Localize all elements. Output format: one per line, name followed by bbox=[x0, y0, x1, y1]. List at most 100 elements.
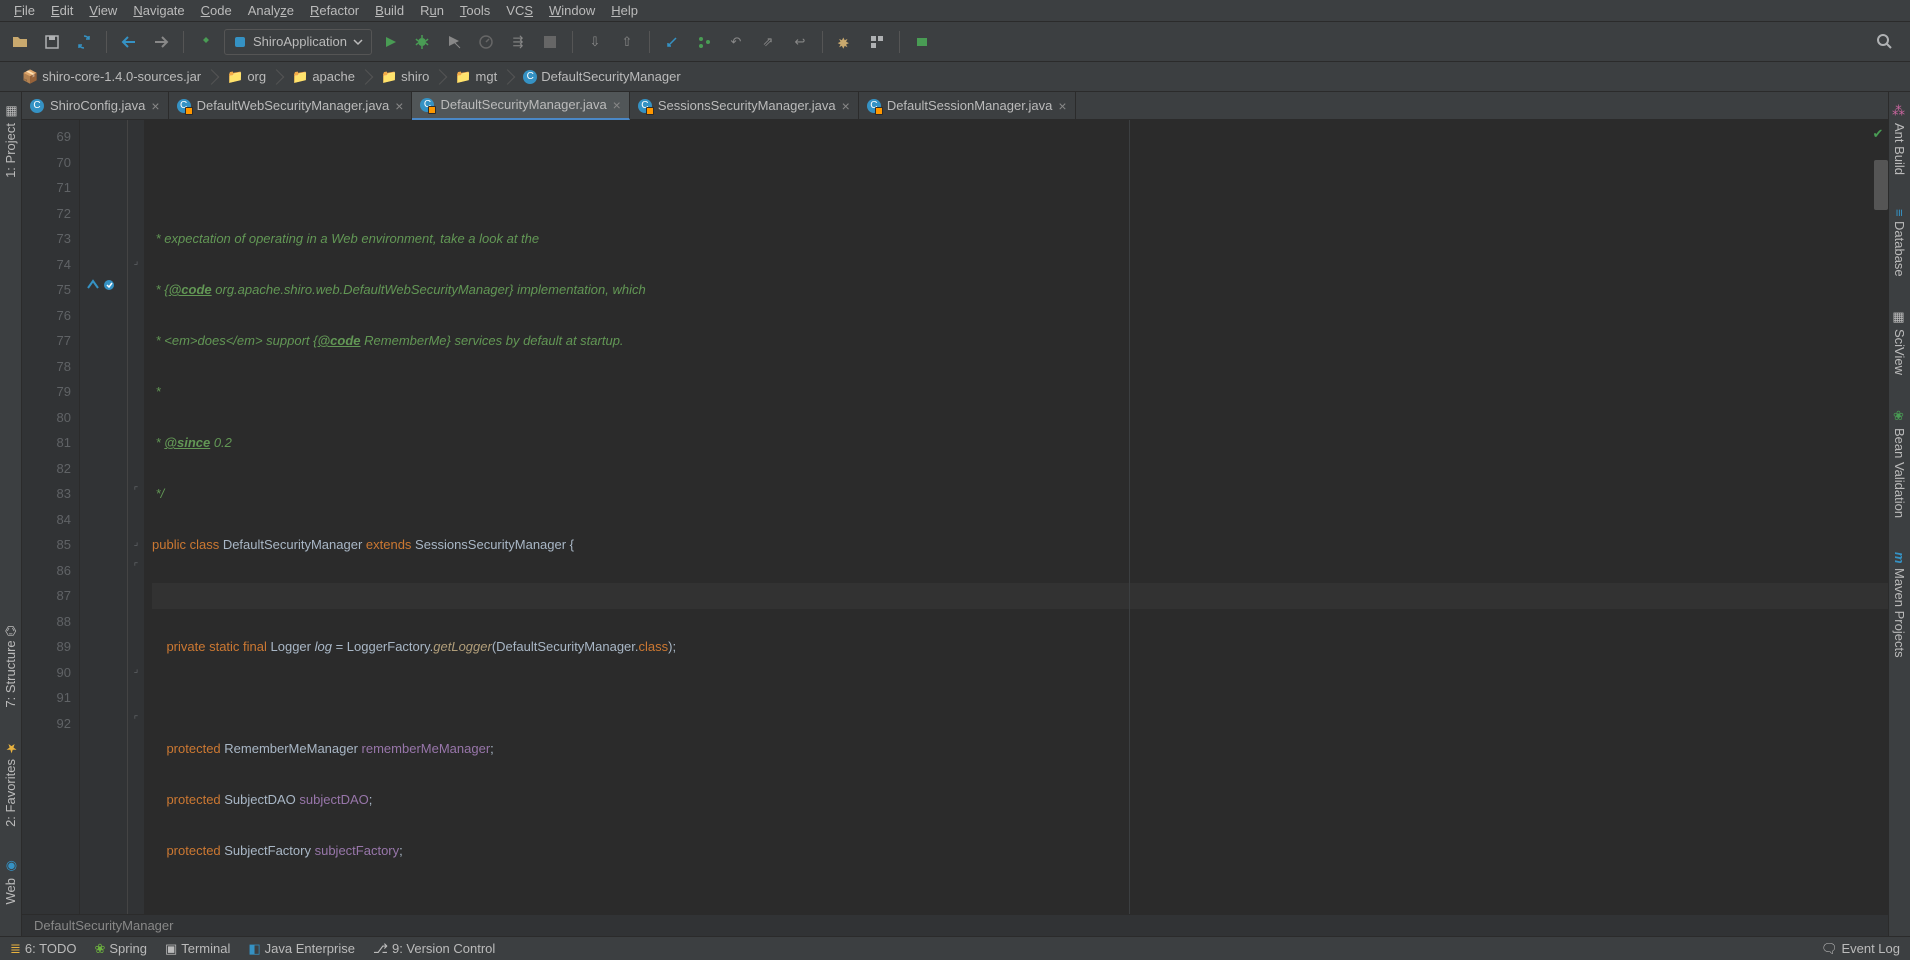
debug-button[interactable] bbox=[408, 28, 436, 56]
tool-web[interactable]: Web◉ bbox=[3, 853, 18, 911]
sdk-button[interactable] bbox=[908, 28, 936, 56]
code-content[interactable]: ✔ * expectation of operating in a Web en… bbox=[144, 120, 1888, 914]
crumb-mgt[interactable]: 📁mgt bbox=[439, 65, 507, 89]
menu-vcs[interactable]: VCS bbox=[498, 1, 541, 20]
todo-icon: ≣ bbox=[10, 941, 21, 957]
menu-edit[interactable]: Edit bbox=[43, 1, 81, 20]
balloon-icon: 🗨 bbox=[1821, 941, 1838, 957]
search-icon[interactable] bbox=[1876, 28, 1904, 56]
fold-start-icon[interactable]: ⌜ bbox=[130, 561, 142, 573]
project-structure-button[interactable] bbox=[863, 28, 891, 56]
close-icon[interactable]: × bbox=[613, 97, 621, 113]
vcs-revert-button[interactable]: ↶ bbox=[722, 28, 750, 56]
tool-database[interactable]: ≡Database bbox=[1892, 203, 1907, 282]
crumb-shiro[interactable]: 📁shiro bbox=[365, 65, 439, 89]
menu-refactor[interactable]: Refactor bbox=[302, 1, 367, 20]
tool-favorites[interactable]: 2: Favorites★ bbox=[3, 734, 18, 833]
right-margin-line bbox=[1129, 120, 1130, 914]
vcs-icon: ⎇ bbox=[373, 941, 388, 957]
fold-end-icon[interactable]: ⌟ bbox=[130, 536, 142, 548]
tool-sciview[interactable]: ▦SciView bbox=[1892, 304, 1907, 381]
back-button[interactable] bbox=[115, 28, 143, 56]
menu-file[interactable]: File bbox=[6, 1, 43, 20]
jee-icon: ◧ bbox=[248, 941, 260, 957]
fold-end-icon[interactable]: ⌟ bbox=[130, 663, 142, 675]
tool-ant[interactable]: ⁂Ant Build bbox=[1892, 98, 1907, 181]
event-log[interactable]: 🗨Event Log bbox=[1821, 941, 1900, 957]
tool-vcs[interactable]: ⎇9: Version Control bbox=[373, 941, 495, 957]
forward-button[interactable] bbox=[147, 28, 175, 56]
database-icon: ≡ bbox=[1892, 209, 1907, 217]
class-locked-icon: C bbox=[867, 99, 881, 113]
implements-icon[interactable] bbox=[86, 278, 116, 292]
crumb-jar[interactable]: 📦shiro-core-1.4.0-sources.jar bbox=[6, 65, 211, 89]
tool-jee[interactable]: ◧Java Enterprise bbox=[248, 941, 355, 957]
sync-button[interactable] bbox=[70, 28, 98, 56]
project-icon: ▦ bbox=[3, 104, 18, 119]
tab-defaultsessionmanager[interactable]: C DefaultSessionManager.java × bbox=[859, 92, 1076, 120]
web-icon: ◉ bbox=[3, 859, 18, 874]
tab-defaultsecuritymanager[interactable]: C DefaultSecurityManager.java × bbox=[412, 92, 629, 120]
profile-button[interactable] bbox=[472, 28, 500, 56]
fold-start-icon[interactable]: ⌜ bbox=[130, 714, 142, 726]
right-tool-rail: ⁂Ant Build ≡Database ▦SciView ❀Bean Vali… bbox=[1888, 92, 1910, 936]
close-icon[interactable]: × bbox=[151, 98, 159, 114]
crumb-org[interactable]: 📁org bbox=[211, 65, 276, 89]
editor-breadcrumb[interactable]: DefaultSecurityManager bbox=[22, 914, 1888, 936]
stop-button[interactable] bbox=[536, 28, 564, 56]
menu-bar: File Edit View Navigate Code Analyze Ref… bbox=[0, 0, 1910, 22]
tool-todo[interactable]: ≣6: TODO bbox=[10, 941, 76, 957]
code-editor[interactable]: 6970717273747576777879808182838485868788… bbox=[22, 120, 1888, 914]
open-button[interactable] bbox=[6, 28, 34, 56]
inspection-ok-icon[interactable]: ✔ bbox=[1870, 126, 1886, 142]
close-icon[interactable]: × bbox=[842, 98, 850, 114]
bean-icon: ❀ bbox=[1892, 409, 1907, 424]
build-button[interactable] bbox=[192, 28, 220, 56]
nav-breadcrumb: 📦shiro-core-1.4.0-sources.jar 📁org 📁apac… bbox=[0, 62, 1910, 92]
menu-tools[interactable]: Tools bbox=[452, 1, 498, 20]
crumb-class[interactable]: CDefaultSecurityManager bbox=[507, 65, 690, 89]
menu-window[interactable]: Window bbox=[541, 1, 603, 20]
save-all-button[interactable] bbox=[38, 28, 66, 56]
menu-navigate[interactable]: Navigate bbox=[125, 1, 192, 20]
tab-defaultwebsecuritymanager[interactable]: C DefaultWebSecurityManager.java × bbox=[169, 92, 413, 120]
crumb-apache[interactable]: 📁apache bbox=[276, 65, 365, 89]
run-config-selector[interactable]: ShiroApplication bbox=[224, 29, 372, 55]
vcs-update-button[interactable]: ⇩ bbox=[581, 28, 609, 56]
run-coverage-button[interactable] bbox=[440, 28, 468, 56]
vcs-history-button[interactable] bbox=[658, 28, 686, 56]
menu-build[interactable]: Build bbox=[367, 1, 412, 20]
undo-button[interactable]: ↩ bbox=[786, 28, 814, 56]
close-icon[interactable]: × bbox=[395, 98, 403, 114]
menu-code[interactable]: Code bbox=[193, 1, 240, 20]
tool-terminal[interactable]: ▣Terminal bbox=[165, 941, 230, 957]
vcs-branches-button[interactable] bbox=[690, 28, 718, 56]
folder-icon: 📁 bbox=[381, 69, 397, 85]
scrollbar[interactable] bbox=[1874, 160, 1888, 210]
settings-button[interactable] bbox=[831, 28, 859, 56]
class-icon: C bbox=[30, 99, 44, 113]
bottom-tool-bar: ≣6: TODO ❀Spring ▣Terminal ◧Java Enterpr… bbox=[0, 936, 1910, 960]
menu-analyze[interactable]: Analyze bbox=[240, 1, 302, 20]
vcs-push-button[interactable]: ⇗ bbox=[754, 28, 782, 56]
tool-bean-validation[interactable]: ❀Bean Validation bbox=[1892, 403, 1907, 524]
tab-sessionssecuritymanager[interactable]: C SessionsSecurityManager.java × bbox=[630, 92, 859, 120]
fold-column[interactable]: ⌟ ⌜ ⌟ ⌜ ⌟ ⌜ bbox=[128, 120, 144, 914]
vcs-commit-button[interactable]: ⇧ bbox=[613, 28, 641, 56]
close-icon[interactable]: × bbox=[1058, 98, 1066, 114]
structure-icon: ⌬ bbox=[3, 625, 18, 636]
menu-run[interactable]: Run bbox=[412, 1, 452, 20]
fold-end-icon[interactable]: ⌟ bbox=[130, 255, 142, 267]
tab-shiroconfig[interactable]: C ShiroConfig.java × bbox=[22, 92, 169, 120]
fold-start-icon[interactable]: ⌜ bbox=[130, 485, 142, 497]
tool-project[interactable]: 1: Project▦ bbox=[3, 98, 18, 184]
tool-spring[interactable]: ❀Spring bbox=[94, 941, 146, 957]
menu-view[interactable]: View bbox=[81, 1, 125, 20]
menu-help[interactable]: Help bbox=[603, 1, 646, 20]
ant-icon: ⁂ bbox=[1892, 104, 1907, 119]
line-gutter[interactable]: 6970717273747576777879808182838485868788… bbox=[22, 120, 80, 914]
attach-button[interactable]: ⇶ bbox=[504, 28, 532, 56]
run-button[interactable] bbox=[376, 28, 404, 56]
tool-maven[interactable]: mMaven Projects bbox=[1892, 546, 1907, 663]
tool-structure[interactable]: 7: Structure⌬ bbox=[3, 619, 18, 714]
